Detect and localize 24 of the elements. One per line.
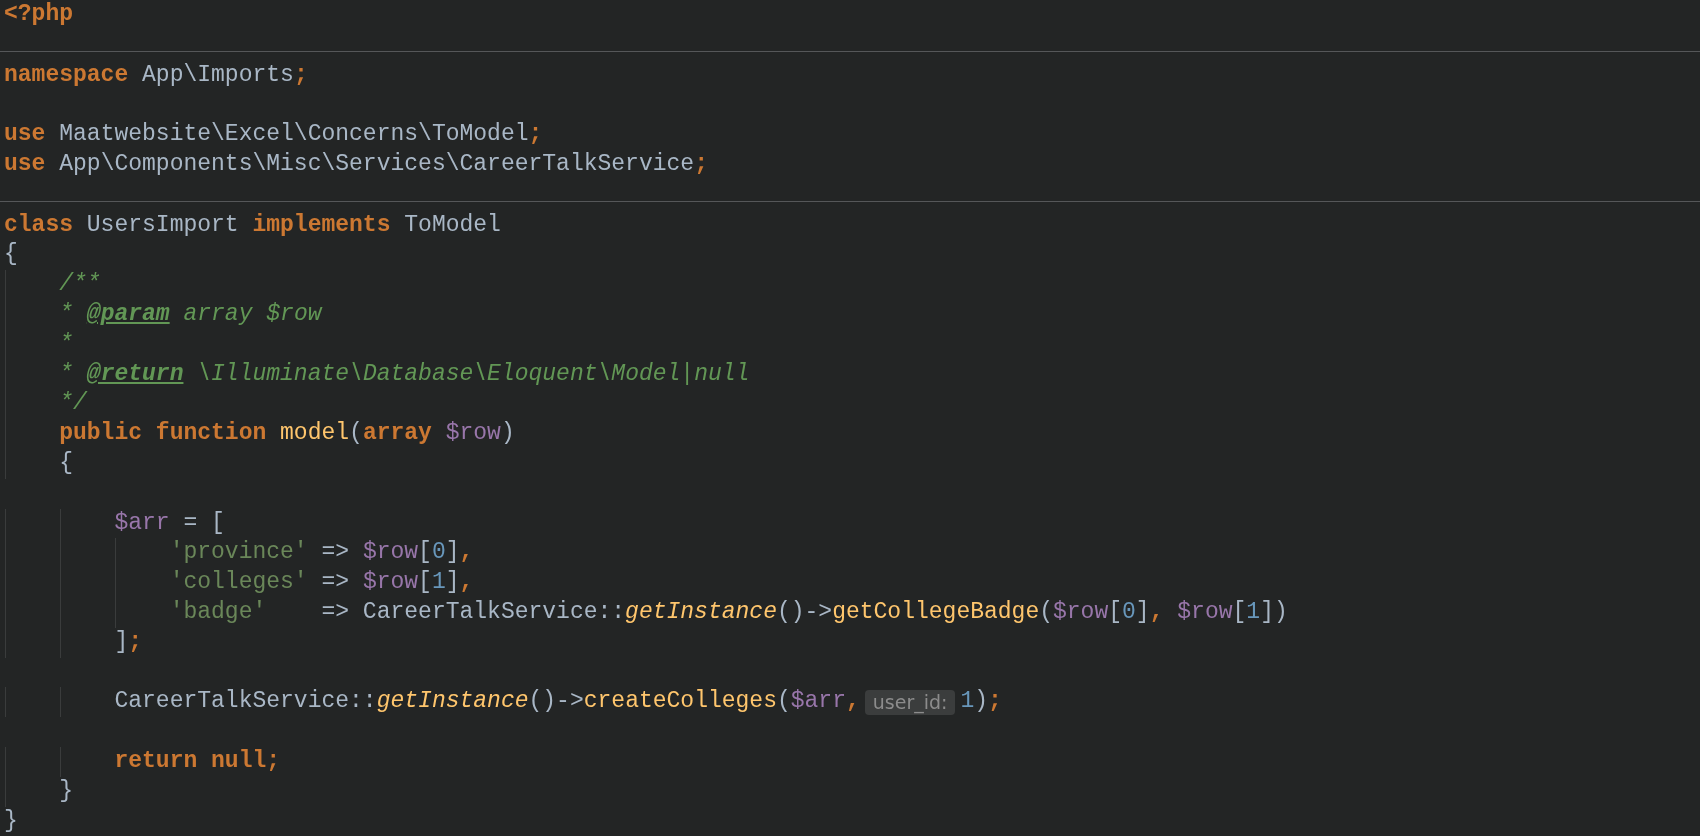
code-line: */ (58, 389, 87, 419)
code-line: CareerTalkService::getInstance()->createColleges($arr, (113, 687, 860, 717)
code-line: } (58, 776, 73, 806)
code-line: /** (58, 270, 101, 300)
parameter-hint: user_id: (864, 689, 956, 715)
code-line: 'colleges' => $row[1], (168, 568, 474, 598)
code-line: <?php (4, 0, 73, 29)
code-line: { (58, 448, 73, 478)
code-line: namespace App\Imports; (4, 60, 308, 90)
code-line: { (4, 240, 18, 270)
code-line: use Maatwebsite\Excel\Concerns\ToModel; (4, 120, 543, 150)
code-line: ]; (113, 627, 143, 657)
code-line: 1); (960, 687, 1002, 717)
code-line: return null; (113, 746, 281, 776)
code-line: * @return \Illuminate\Database\Eloquent\Model|null (58, 359, 750, 389)
code-line: } (4, 806, 18, 836)
code-line: * (58, 329, 73, 359)
code-line: 'badge' => CareerTalkService::getInstance()->getCollegeBadge($row[0], $row[1]) (168, 597, 1288, 627)
code-line: $arr = [ (113, 508, 225, 538)
code-line: use App\Components\Misc\Services\CareerTalkService; (4, 150, 708, 179)
code-line: class UsersImport implements ToModel (4, 210, 501, 240)
code-line: * @param array $row (58, 299, 322, 329)
code-line: public function model(array $row) (58, 419, 515, 449)
code-line: 'province' => $row[0], (168, 538, 474, 568)
